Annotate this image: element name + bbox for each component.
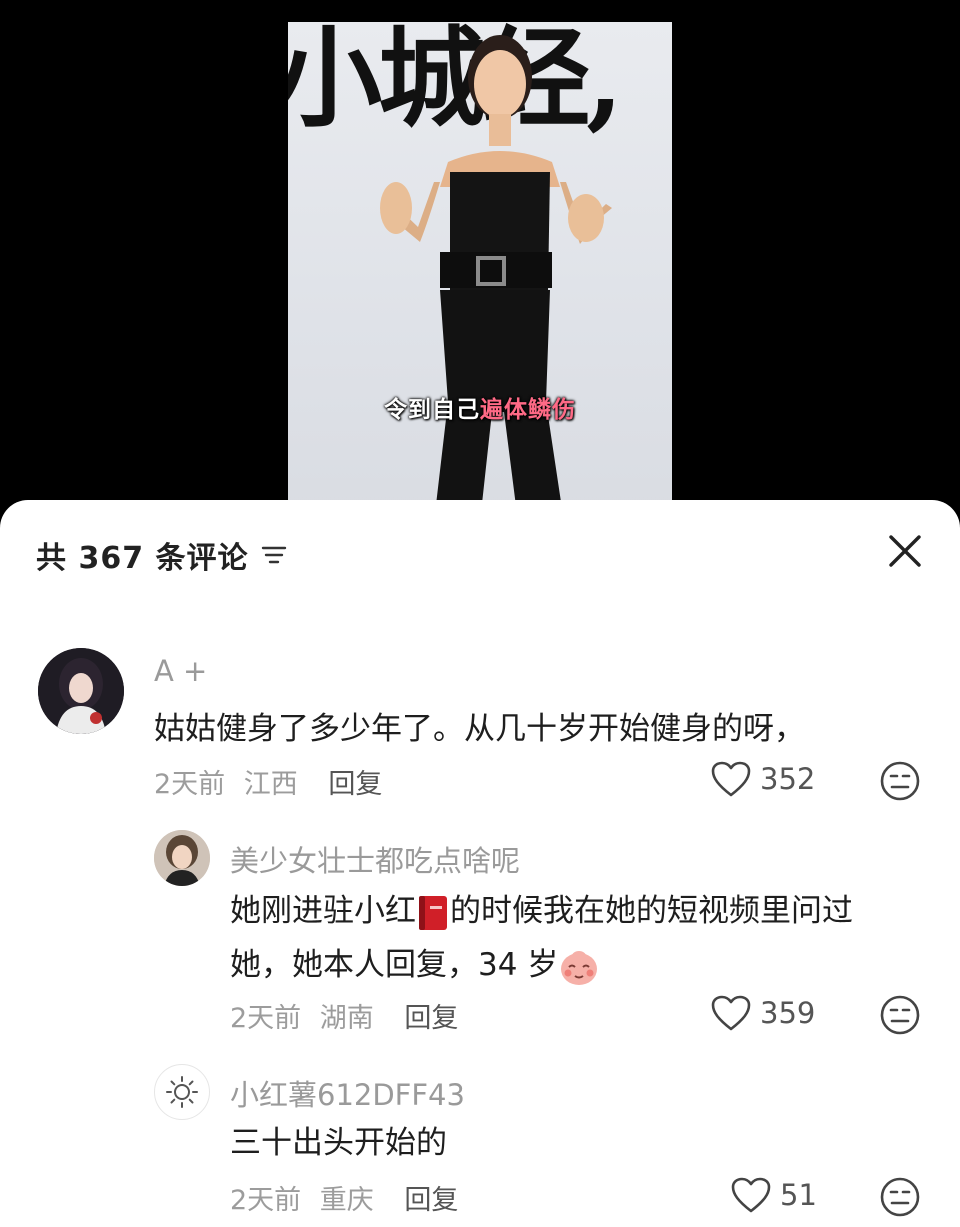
comment-location: 江西 <box>243 769 298 800</box>
comment-time: 2天前 <box>230 1185 302 1216</box>
comment-meta: 2天前 湖南 回复 <box>230 996 458 1035</box>
comment-count: 共 367 条评论 <box>36 541 249 576</box>
like-button[interactable]: 359 <box>710 994 815 1032</box>
comment-text: 她刚进驻小红 的时候我在她的短视频里问过 <box>230 884 853 939</box>
comment-text-part: 她，她本人回复，34 岁 <box>230 947 559 983</box>
red-book-emoji-icon <box>419 895 447 930</box>
blushing-emoji-icon <box>561 950 598 985</box>
like-button[interactable]: 352 <box>710 760 815 798</box>
comment-time: 2天前 <box>230 1003 302 1034</box>
comment-text: 三十出头开始的 <box>230 1125 447 1161</box>
like-button[interactable]: 51 <box>730 1176 817 1214</box>
comment-meta: 2天前 江西 回复 <box>154 762 382 801</box>
avatar[interactable] <box>38 648 124 734</box>
reply-button[interactable]: 回复 <box>404 1185 458 1216</box>
subtitle-highlight: 遍体鳞伤 <box>480 397 576 423</box>
comments-header: 共 367 条评论 <box>36 532 287 578</box>
comment-text: 姑姑健身了多少年了。从几十岁开始健身的呀， <box>154 711 805 747</box>
reply-button[interactable]: 回复 <box>404 1003 458 1034</box>
dislike-face-icon[interactable] <box>879 760 921 802</box>
comment-location: 重庆 <box>319 1185 374 1216</box>
close-icon[interactable] <box>888 534 922 568</box>
comment-author[interactable]: 小红薯612DFF43 <box>230 1072 465 1114</box>
comment-meta: 2天前 重庆 回复 <box>230 1178 458 1217</box>
like-count: 352 <box>760 762 816 796</box>
video-subtitle: 令到自己遍体鳞伤 <box>288 390 672 424</box>
heart-icon <box>711 995 751 1031</box>
dislike-face-icon[interactable] <box>879 1176 921 1218</box>
dislike-face-icon[interactable] <box>879 994 921 1036</box>
reply-button[interactable]: 回复 <box>328 769 382 800</box>
heart-icon <box>731 1177 771 1213</box>
comment-author[interactable]: 美少女壮士都吃点啥呢 <box>230 838 520 880</box>
comments-sheet: 共 367 条评论 A + 姑姑健身了多少年了。从几十岁开始健身的呀， 2天前 … <box>0 500 960 1227</box>
comment-location: 湖南 <box>319 1003 374 1034</box>
like-count: 51 <box>780 1178 817 1212</box>
video-player[interactable]: 小城经, 令到自己遍体鳞伤 <box>288 22 672 522</box>
avatar[interactable] <box>154 830 210 886</box>
comment-text-part: 她刚进驻小红 <box>230 893 416 929</box>
comment-time: 2天前 <box>154 769 226 800</box>
avatar[interactable] <box>154 1064 210 1120</box>
video-person-image <box>380 35 612 522</box>
subtitle-text: 令到自己 <box>384 397 480 423</box>
comment-text-part: 的时候我在她的短视频里问过 <box>450 893 853 929</box>
like-count: 359 <box>760 996 816 1030</box>
comment-text-line2: 她，她本人回复，34 岁 <box>230 938 600 993</box>
comment-author[interactable]: A + <box>154 654 207 688</box>
heart-icon <box>711 761 751 797</box>
filter-icon[interactable] <box>261 544 287 566</box>
